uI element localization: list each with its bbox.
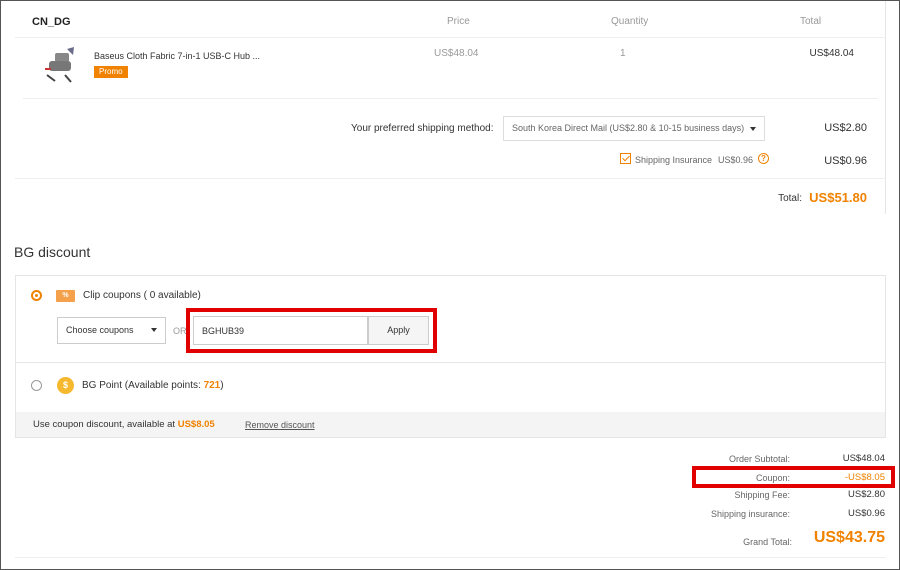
order-subtotal-label: Order Subtotal:: [728, 454, 790, 464]
order-card: CN_DG Price Quantity Total Baseus Cloth …: [15, 0, 886, 214]
store-name: CN_DG: [32, 16, 71, 28]
coupon-discount-bar: Use coupon discount, available at US$8.0…: [16, 412, 885, 437]
promo-badge: Promo: [94, 66, 128, 78]
shipping-fee-label: Shipping Fee:: [734, 490, 790, 500]
choose-coupons-select[interactable]: Choose coupons: [57, 317, 166, 344]
product-name-link[interactable]: Baseus Cloth Fabric 7-in-1 USB-C Hub ...: [94, 51, 260, 61]
quantity-header: Quantity: [611, 16, 649, 27]
total-header: Total: [800, 16, 822, 27]
shipping-insurance-summary-label: Shipping insurance:: [710, 509, 790, 519]
remove-discount-link[interactable]: Remove discount: [245, 420, 315, 430]
clip-coupons-label: Clip coupons ( 0 available): [83, 290, 201, 301]
chevron-down-icon: [151, 328, 157, 332]
choose-coupons-value: Choose coupons: [66, 325, 134, 335]
or-separator: OR: [173, 326, 187, 336]
shipping-method-label: Your preferred shipping method:: [351, 123, 494, 134]
order-subtotal: US$48.04: [842, 453, 885, 464]
shipping-insurance-summary: US$0.96: [848, 508, 885, 519]
item-quantity: 1: [620, 48, 626, 59]
shipping-insurance-label: Shipping Insurance: [635, 155, 713, 165]
bg-point-label: BG Point (Available points: 721): [82, 380, 224, 391]
help-icon[interactable]: ?: [758, 153, 769, 164]
clip-coupons-radio[interactable]: [31, 290, 42, 301]
price-header: Price: [447, 16, 470, 27]
chevron-down-icon: [750, 127, 756, 131]
highlight-box-coupon-input: [186, 308, 437, 353]
shipping-insurance-checkbox[interactable]: [620, 153, 631, 164]
discount-section-title: BG discount: [14, 244, 91, 260]
coupon-icon: %: [56, 290, 75, 302]
shipping-method-value: South Korea Direct Mail (US$2.80 & 10-15…: [512, 123, 745, 133]
bg-point-radio[interactable]: [31, 380, 42, 391]
highlight-box-coupon-row: [692, 466, 895, 488]
item-price: US$48.04: [434, 48, 479, 59]
grand-total: US$43.75: [813, 529, 885, 546]
shipping-insurance-amount: US$0.96: [718, 155, 754, 165]
card-total-label: Total:: [778, 193, 802, 204]
coupon-discount-text: Use coupon discount, available at US$8.0…: [33, 419, 215, 430]
item-total: US$48.04: [809, 48, 854, 59]
shipping-fee: US$2.80: [824, 122, 867, 134]
shipping-insurance-fee: US$0.96: [824, 155, 867, 167]
shipping-method-select[interactable]: South Korea Direct Mail (US$2.80 & 10-15…: [503, 116, 765, 141]
coupon-discount-amount: US$8.05: [177, 419, 215, 430]
shipping-fee-total: US$2.80: [848, 489, 885, 500]
available-points: 721: [203, 380, 221, 391]
card-total: US$51.80: [809, 190, 867, 205]
grand-total-label: Grand Total:: [743, 537, 792, 547]
product-thumbnail[interactable]: [41, 45, 81, 85]
point-coin-icon: $: [57, 377, 74, 394]
